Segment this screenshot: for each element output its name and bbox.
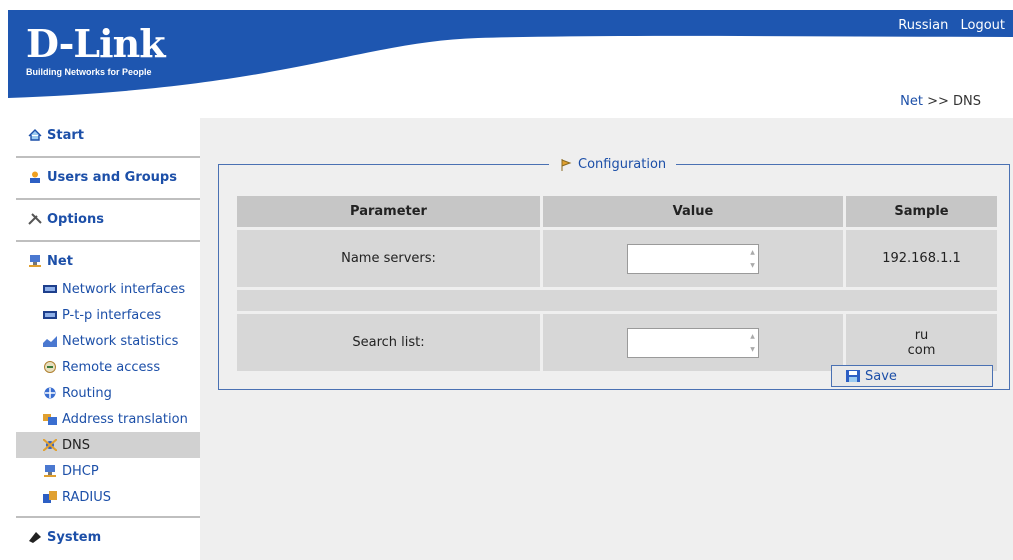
name-servers-sample: 192.168.1.1 [846,230,997,287]
spin-down-icon[interactable]: ▼ [748,259,757,272]
header-parameter: Parameter [237,196,540,227]
logo-tagline: Building Networks for People [26,67,152,77]
spin-up-icon[interactable]: ▲ [748,330,757,343]
table-header-row: Parameter Value Sample [237,196,997,227]
header-banner: D-Link Building Networks for People Russ… [8,10,1013,98]
sidebar-item-start[interactable]: Start [16,124,200,146]
sidebar-item-dns[interactable]: DNS [16,432,200,458]
sidebar-item-label: DNS [62,437,90,453]
search-list-sample: ru com [846,314,997,371]
sidebar-item-label: Remote access [62,359,161,375]
sidebar-item-network-statistics[interactable]: Network statistics [16,328,200,354]
name-servers-input[interactable]: ▲ ▼ [627,243,759,274]
name-servers-spinner[interactable]: ▲ ▼ [748,246,757,272]
configuration-legend: Configuration [549,157,676,172]
sample-com: com [907,342,936,358]
sidebar-item-label: Net [47,253,73,269]
sidebar: Start Users and Groups Options Net Netwo… [16,118,200,548]
dns-icon [43,439,57,451]
logout-link[interactable]: Logout [960,18,1005,33]
radius-icon [43,491,57,503]
name-servers-label: Name servers: [237,230,540,287]
table-row: Search list: ▲ ▼ ru com [237,314,997,371]
breadcrumb-net-link[interactable]: Net [900,94,923,109]
dhcp-icon [44,465,56,477]
floppy-disk-icon [846,370,860,382]
sidebar-item-address-translation[interactable]: Address translation [16,406,200,432]
sidebar-item-routing[interactable]: Routing [16,380,200,406]
breadcrumb: Net >> DNS [900,94,981,109]
sidebar-divider [16,240,200,242]
sidebar-item-label: System [47,529,102,545]
spacer-cell [237,290,997,311]
configuration-icon [561,158,572,171]
sidebar-item-label: DHCP [62,463,99,479]
dns-table: Parameter Value Sample Name servers: ▲ ▼… [234,193,1000,374]
routing-icon [44,387,56,399]
sidebar-divider [16,198,200,200]
search-list-cell: ▲ ▼ [543,314,843,371]
sidebar-item-label: P-t-p interfaces [62,307,162,323]
sidebar-item-label: Start [47,127,84,143]
sidebar-item-system[interactable]: System [16,526,200,548]
spin-up-icon[interactable]: ▲ [748,246,757,259]
configuration-group: Configuration Parameter Value Sample Nam… [218,157,1010,390]
sidebar-item-dhcp[interactable]: DHCP [16,458,200,484]
sidebar-item-options[interactable]: Options [16,208,200,230]
configuration-title: Configuration [578,157,667,172]
system-icon [29,532,41,543]
search-list-label: Search list: [237,314,540,371]
dlink-logo: D-Link [26,21,166,66]
sidebar-item-radius[interactable]: RADIUS [16,484,200,510]
remote-access-icon [44,361,56,373]
address-translation-icon [43,414,57,425]
sidebar-divider [16,516,200,518]
sample-ru: ru [914,327,929,343]
sidebar-item-label: Network interfaces [62,281,186,297]
network-card-icon [43,285,57,293]
save-button[interactable]: Save [831,365,993,387]
header-value: Value [543,196,843,227]
breadcrumb-current: DNS [953,94,981,109]
name-servers-cell: ▲ ▼ [543,230,843,287]
tools-icon [28,213,42,225]
search-list-spinner[interactable]: ▲ ▼ [748,330,757,356]
network-icon [29,255,41,267]
breadcrumb-separator: >> [927,94,949,109]
sidebar-item-label: Network statistics [62,333,179,349]
table-row: Name servers: ▲ ▼ 192.168.1.1 [237,230,997,287]
sidebar-item-network-interfaces[interactable]: Network interfaces [16,276,200,302]
sidebar-item-users[interactable]: Users and Groups [16,166,200,188]
sidebar-item-label: Options [47,211,104,227]
sidebar-item-label: RADIUS [62,489,112,505]
sidebar-divider [16,156,200,158]
save-label: Save [865,368,897,384]
sidebar-item-label: Users and Groups [47,169,177,185]
sidebar-item-remote-access[interactable]: Remote access [16,354,200,380]
header-sample: Sample [846,196,997,227]
home-icon [28,129,42,141]
search-list-input[interactable]: ▲ ▼ [627,327,759,358]
statistics-icon [43,336,57,347]
sidebar-item-label: Address translation [62,411,188,427]
sidebar-item-net[interactable]: Net [16,250,200,272]
table-spacer-row [237,290,997,311]
sidebar-item-label: Routing [62,385,112,401]
sidebar-item-ptp-interfaces[interactable]: P-t-p interfaces [16,302,200,328]
users-icon [30,171,40,183]
network-card-icon [43,311,57,319]
main-panel: Configuration Parameter Value Sample Nam… [200,118,1013,560]
russian-link[interactable]: Russian [898,18,948,33]
spin-down-icon[interactable]: ▼ [748,343,757,356]
